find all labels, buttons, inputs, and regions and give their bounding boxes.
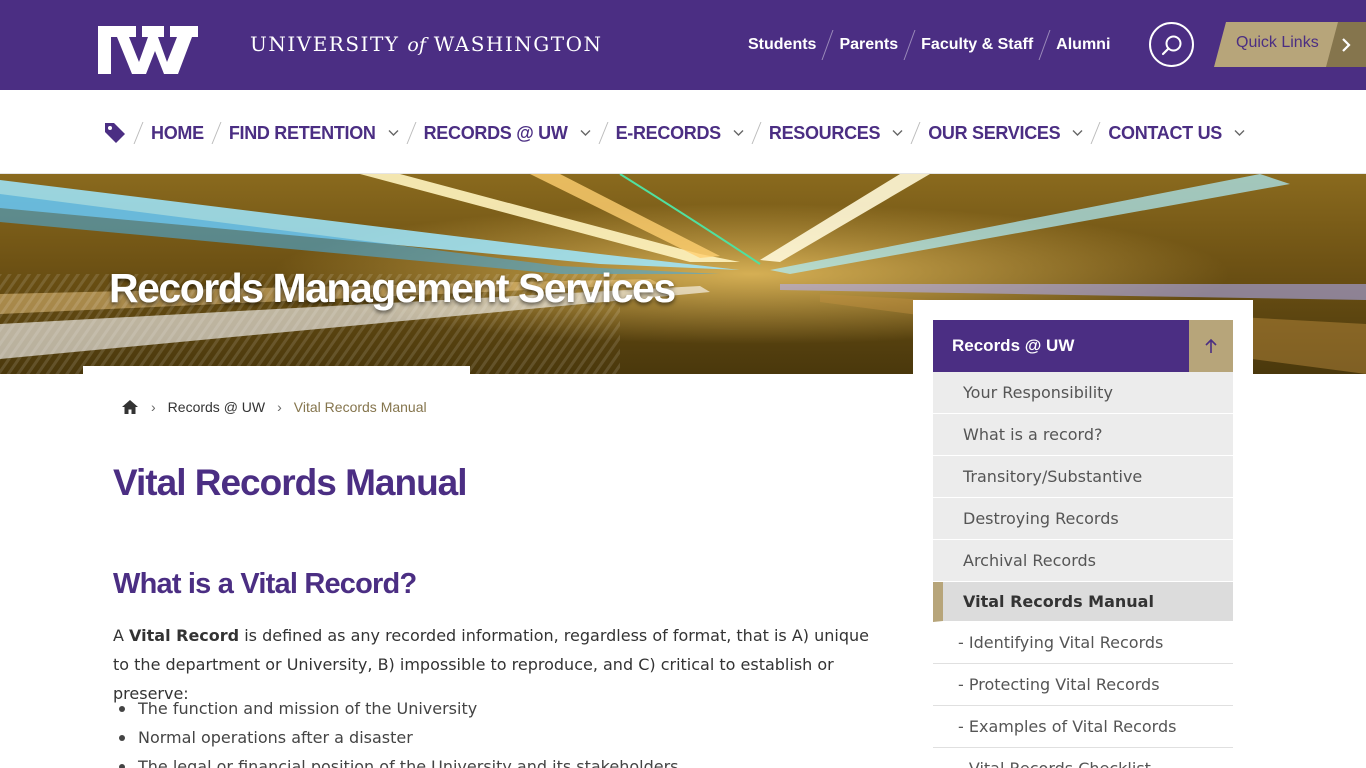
sidebar-menu: Your Responsibility What is a record? Tr… bbox=[933, 372, 1233, 768]
home-icon[interactable] bbox=[121, 399, 139, 415]
sidebar-subitem-examples[interactable]: - Examples of Vital Records bbox=[933, 706, 1233, 748]
tag-icon bbox=[105, 123, 125, 143]
university-wordmark[interactable]: UNIVERSITY of WASHINGTON bbox=[250, 32, 602, 56]
sidebar-item-destroying-records[interactable]: Destroying Records bbox=[933, 498, 1233, 540]
nav-divider bbox=[751, 122, 762, 144]
breadcrumb-separator: › bbox=[277, 399, 282, 415]
audience-divider bbox=[903, 30, 916, 60]
content-tab-edge bbox=[83, 366, 470, 378]
quick-links-button[interactable]: Quick Links bbox=[1214, 22, 1366, 67]
list-item: Normal operations after a disaster bbox=[119, 723, 679, 752]
wordmark-of: of bbox=[407, 34, 426, 56]
breadcrumb-current: Vital Records Manual bbox=[293, 399, 427, 415]
nav-divider bbox=[133, 122, 144, 144]
nav-divider bbox=[211, 122, 222, 144]
audience-link-alumni[interactable]: Alumni bbox=[1056, 36, 1110, 54]
audience-link-faculty-staff[interactable]: Faculty & Staff bbox=[921, 36, 1033, 54]
paragraph-bold-term: Vital Record bbox=[129, 626, 240, 645]
nav-divider bbox=[1090, 122, 1101, 144]
list-item: The function and mission of the Universi… bbox=[119, 694, 679, 723]
breadcrumb: › Records @ UW › Vital Records Manual bbox=[121, 399, 427, 415]
nav-label: RECORDS @ UW bbox=[423, 122, 568, 143]
nav-item-find-retention[interactable]: FIND RETENTION bbox=[229, 123, 399, 144]
hero-title: Records Management Services bbox=[109, 265, 676, 311]
sidebar-item-your-responsibility[interactable]: Your Responsibility bbox=[933, 372, 1233, 414]
chevron-right-icon bbox=[1342, 37, 1351, 52]
audience-divider bbox=[821, 30, 834, 60]
uw-w-logo[interactable] bbox=[98, 26, 198, 74]
nav-item-home[interactable]: HOME bbox=[151, 123, 204, 144]
nav-label: CONTACT US bbox=[1108, 122, 1222, 143]
main-navigation: HOME FIND RETENTION RECORDS @ UW E-RECOR… bbox=[0, 90, 1366, 174]
sidebar-header[interactable]: Records @ UW bbox=[933, 320, 1233, 372]
chevron-down-icon[interactable] bbox=[388, 129, 399, 137]
nav-item-e-records[interactable]: E-RECORDS bbox=[616, 123, 744, 144]
nav-divider bbox=[910, 122, 921, 144]
audience-link-students[interactable]: Students bbox=[748, 36, 816, 54]
nav-label: FIND RETENTION bbox=[228, 122, 376, 143]
sidebar-header-label: Records @ UW bbox=[952, 336, 1075, 355]
nav-label: HOME bbox=[151, 122, 204, 143]
sidebar-subitem-checklist[interactable]: - Vital Records Checklist bbox=[933, 748, 1233, 768]
sidebar-item-archival-records[interactable]: Archival Records bbox=[933, 540, 1233, 582]
breadcrumb-separator: › bbox=[151, 399, 156, 415]
quick-links-label: Quick Links bbox=[1236, 34, 1319, 51]
breadcrumb-link-records-at-uw[interactable]: Records @ UW bbox=[168, 399, 265, 415]
sidebar-item-what-is-a-record[interactable]: What is a record? bbox=[933, 414, 1233, 456]
nav-item-our-services[interactable]: OUR SERVICES bbox=[928, 123, 1083, 144]
chevron-down-icon[interactable] bbox=[892, 129, 903, 137]
nav-divider bbox=[598, 122, 609, 144]
nav-label: E-RECORDS bbox=[615, 122, 722, 143]
chevron-down-icon[interactable] bbox=[580, 129, 591, 137]
search-icon bbox=[1161, 35, 1181, 55]
sidebar-item-transitory-substantive[interactable]: Transitory/Substantive bbox=[933, 456, 1233, 498]
paragraph-prefix: A bbox=[113, 626, 130, 645]
wordmark-university: UNIVERSITY bbox=[250, 32, 400, 56]
wordmark-washington: WASHINGTON bbox=[433, 32, 603, 56]
sidebar-subitem-protecting[interactable]: - Protecting Vital Records bbox=[933, 664, 1233, 706]
nav-label: RESOURCES bbox=[768, 122, 881, 143]
nav-item-resources[interactable]: RESOURCES bbox=[769, 123, 903, 144]
nav-label: OUR SERVICES bbox=[928, 122, 1061, 143]
nav-divider bbox=[406, 122, 417, 144]
audience-link-parents[interactable]: Parents bbox=[839, 36, 898, 54]
criteria-list: The function and mission of the Universi… bbox=[119, 694, 679, 768]
list-item: The legal or financial position of the U… bbox=[119, 752, 679, 768]
sidebar-item-vital-records-manual[interactable]: Vital Records Manual bbox=[933, 582, 1233, 622]
chevron-down-icon[interactable] bbox=[1072, 129, 1083, 137]
nav-item-contact-us[interactable]: CONTACT US bbox=[1108, 123, 1245, 144]
top-bar: UNIVERSITY of WASHINGTON Students Parent… bbox=[0, 0, 1366, 90]
arrow-up-icon bbox=[1205, 338, 1217, 353]
chevron-down-icon[interactable] bbox=[733, 129, 744, 137]
sidebar-collapse-button[interactable] bbox=[1189, 320, 1233, 372]
page-title: Vital Records Manual bbox=[113, 462, 468, 503]
nav-item-records-at-uw[interactable]: RECORDS @ UW bbox=[424, 123, 591, 144]
section-title: What is a Vital Record? bbox=[113, 568, 417, 600]
chevron-down-icon[interactable] bbox=[1234, 129, 1245, 137]
audience-divider bbox=[1038, 30, 1051, 60]
sidebar-subitem-identifying[interactable]: - Identifying Vital Records bbox=[933, 622, 1233, 664]
search-button[interactable] bbox=[1149, 22, 1194, 67]
audience-nav: Students Parents Faculty & Staff Alumni bbox=[748, 26, 1110, 64]
nav-list: HOME FIND RETENTION RECORDS @ UW E-RECOR… bbox=[104, 118, 1245, 148]
